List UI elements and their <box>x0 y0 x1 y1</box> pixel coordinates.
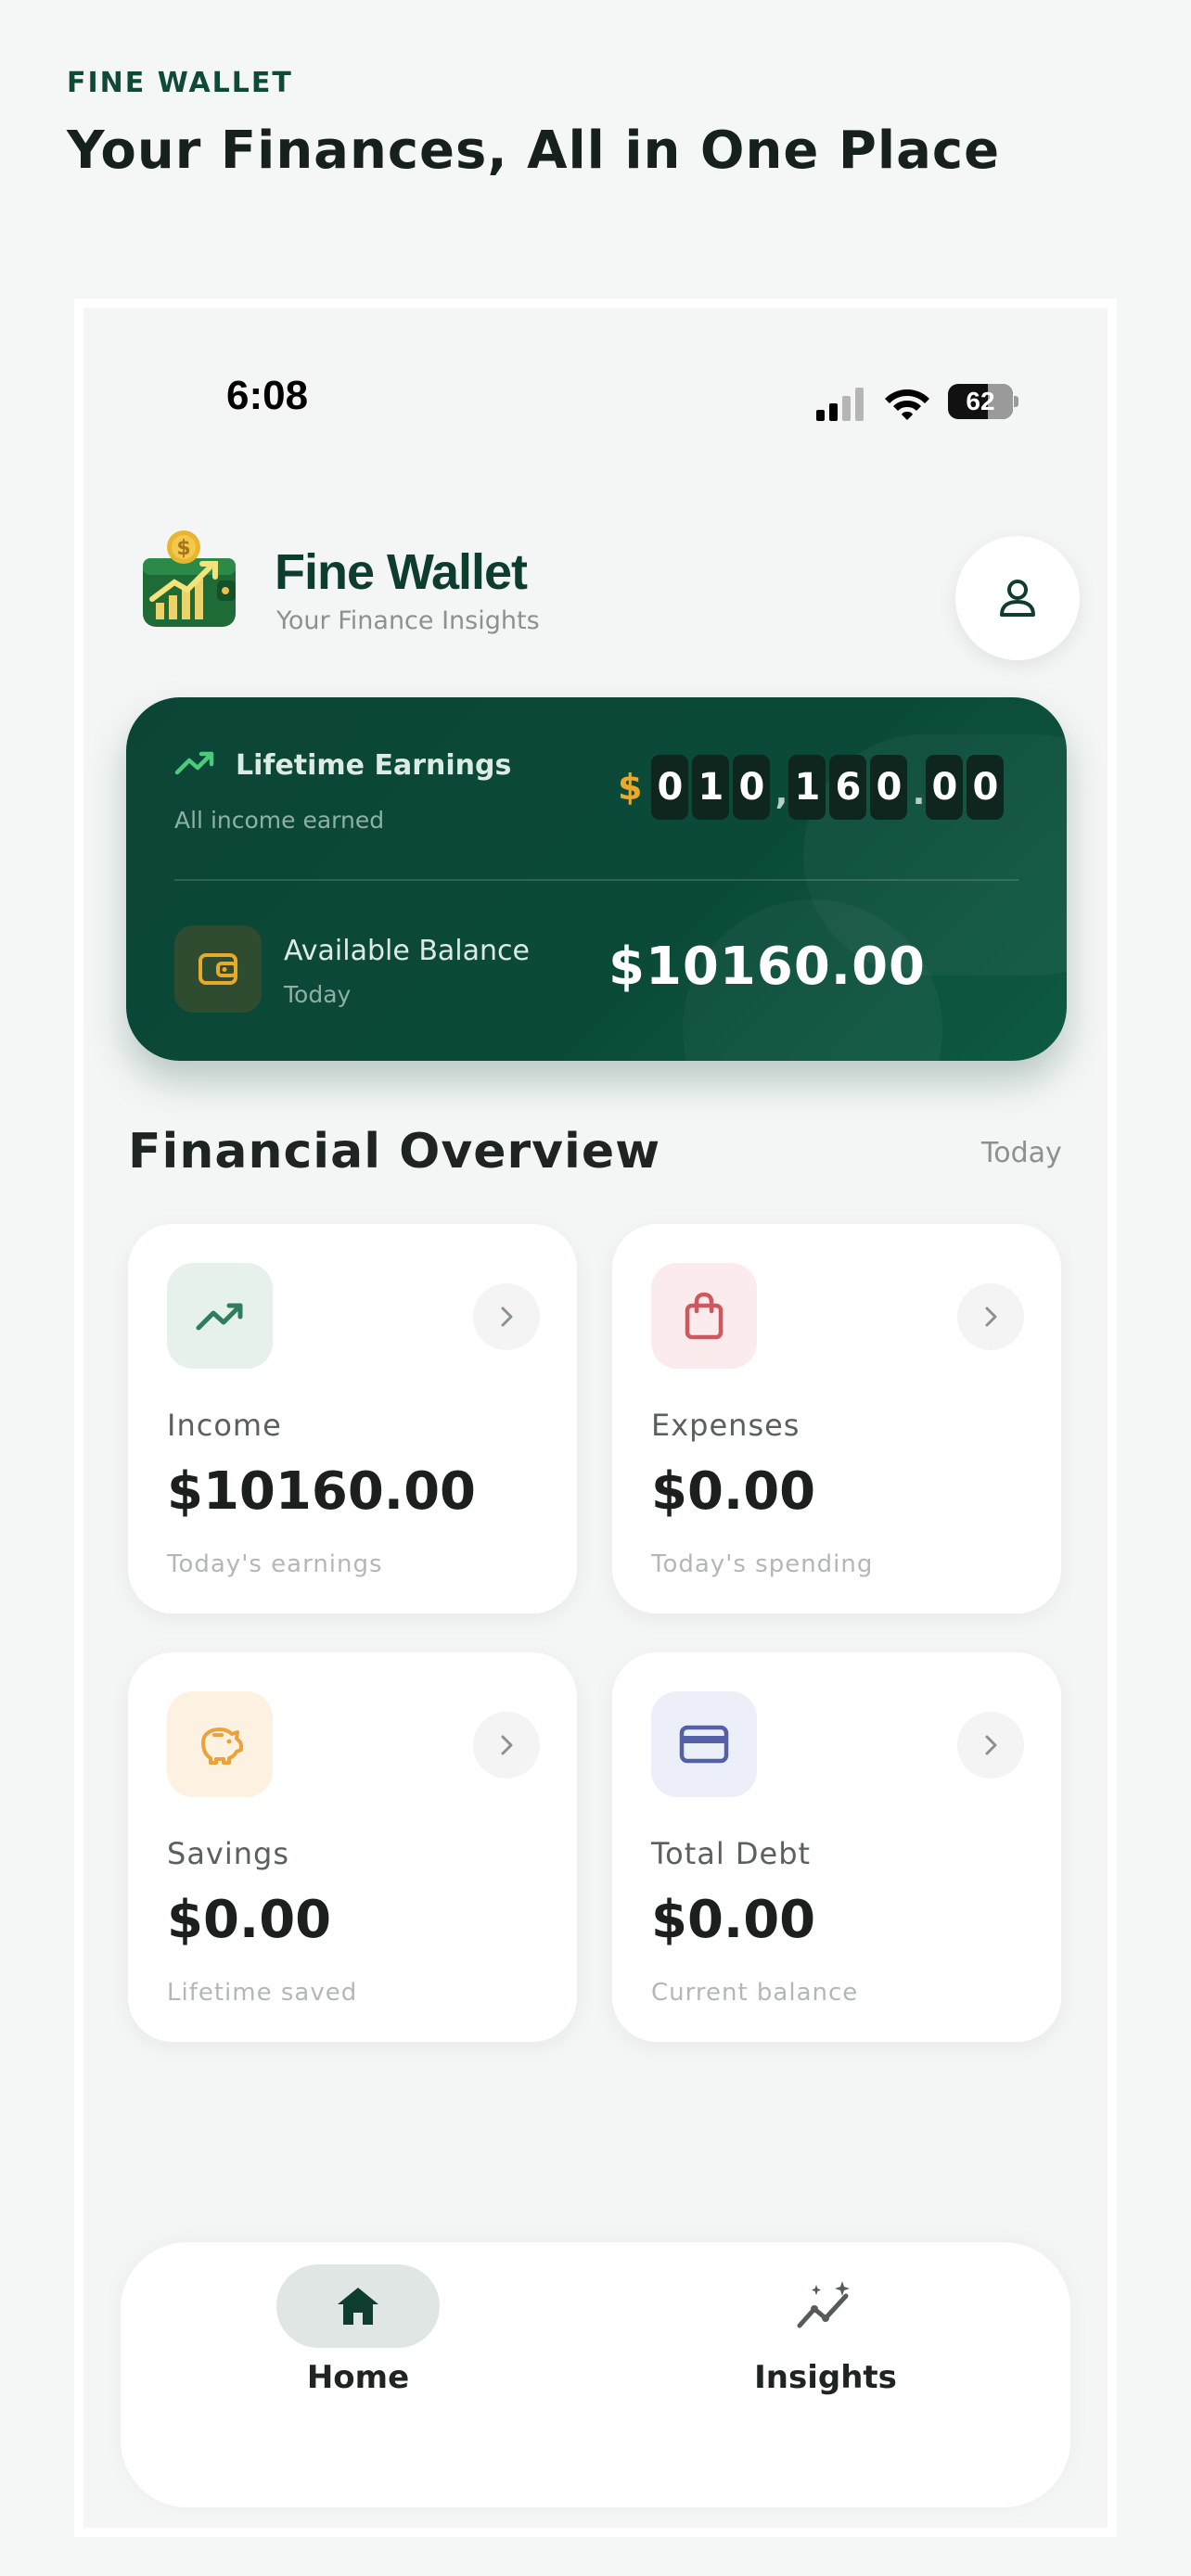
battery-percent: 62 <box>966 387 995 415</box>
bottom-nav: Home Insights <box>121 2242 1070 2507</box>
piggy-bank-icon <box>167 1691 273 1797</box>
expenses-card[interactable]: Expenses $0.00 Today's spending <box>612 1224 1061 1613</box>
chevron-right-icon[interactable] <box>473 1283 540 1350</box>
odometer-digit: 6 <box>829 755 867 820</box>
credit-card-icon <box>651 1691 757 1797</box>
trending-up-icon <box>174 751 214 775</box>
odometer-digit: 0 <box>967 755 1005 820</box>
status-bar: 6:08 62 <box>83 308 1108 428</box>
income-label: Income <box>167 1408 282 1443</box>
total-debt-label: Total Debt <box>651 1836 812 1871</box>
lifetime-earnings-subtitle: All income earned <box>174 807 385 834</box>
wallet-icon <box>174 925 262 1013</box>
insights-icon[interactable] <box>792 2279 857 2335</box>
odometer-digit: 0 <box>926 755 964 820</box>
chevron-right-icon[interactable] <box>957 1712 1024 1779</box>
nav-home-label[interactable]: Home <box>241 2359 475 2396</box>
cellular-signal-icon <box>816 388 864 421</box>
available-balance-title: Available Balance <box>284 935 530 967</box>
odometer-separator: , <box>775 774 788 812</box>
home-icon <box>338 2288 378 2325</box>
shopping-bag-icon <box>651 1263 757 1369</box>
savings-card[interactable]: Savings $0.00 Lifetime saved <box>128 1652 577 2042</box>
odometer-separator: . <box>912 774 926 812</box>
trending-up-icon <box>167 1263 273 1369</box>
total-debt-card[interactable]: Total Debt $0.00 Current balance <box>612 1652 1061 2042</box>
total-debt-note: Current balance <box>651 1979 859 2007</box>
card-divider <box>174 879 1018 881</box>
nav-home-button[interactable] <box>276 2264 440 2348</box>
earnings-odometer: $ 0 1 0 , 1 6 0 . 0 0 <box>618 753 1007 822</box>
total-debt-value: $0.00 <box>651 1890 816 1950</box>
status-time: 6:08 <box>226 373 309 418</box>
wallet-growth-logo: $ <box>143 530 236 627</box>
app-name: Fine Wallet <box>275 544 528 600</box>
chevron-right-icon[interactable] <box>957 1283 1024 1350</box>
odometer-digit: 0 <box>651 755 689 820</box>
income-value: $10160.00 <box>167 1461 476 1522</box>
profile-button[interactable] <box>955 536 1080 660</box>
odometer-digit: 0 <box>870 755 908 820</box>
odometer-digit: 1 <box>788 755 826 820</box>
app-header: $ Fine Wallet Your Finance Insights <box>83 493 1108 660</box>
savings-note: Lifetime saved <box>167 1979 358 2007</box>
nav-insights-label[interactable]: Insights <box>709 2359 942 2396</box>
svg-text:$: $ <box>176 537 190 560</box>
lifetime-earnings-title: Lifetime Earnings <box>236 749 512 782</box>
available-balance-subtitle: Today <box>284 981 352 1008</box>
savings-label: Savings <box>167 1836 290 1871</box>
section-period[interactable]: Today <box>981 1137 1062 1169</box>
phone-screen: 6:08 62 $ Fine Wallet Your Finance Insig… <box>74 299 1117 2537</box>
expenses-note: Today's spending <box>651 1550 874 1578</box>
income-note: Today's earnings <box>167 1550 383 1578</box>
user-icon <box>1000 580 1035 617</box>
income-card[interactable]: Income $10160.00 Today's earnings <box>128 1224 577 1613</box>
section-title: Financial Overview <box>128 1124 661 1180</box>
expenses-value: $0.00 <box>651 1461 816 1522</box>
battery-icon: 62 <box>948 384 1018 419</box>
odometer-currency: $ <box>618 767 643 808</box>
available-balance-value: $10160.00 <box>608 937 926 997</box>
lifetime-earnings-card[interactable]: Lifetime Earnings All income earned $ 0 … <box>126 697 1067 1061</box>
odometer-digit: 1 <box>692 755 730 820</box>
wifi-icon <box>885 389 929 420</box>
page-title: Your Finances, All in One Place <box>67 121 1001 181</box>
brand-tag: FINE WALLET <box>67 67 293 99</box>
odometer-digit: 0 <box>733 755 771 820</box>
app-subtitle: Your Finance Insights <box>276 606 540 635</box>
savings-value: $0.00 <box>167 1890 332 1950</box>
chevron-right-icon[interactable] <box>473 1712 540 1779</box>
expenses-label: Expenses <box>651 1408 800 1443</box>
